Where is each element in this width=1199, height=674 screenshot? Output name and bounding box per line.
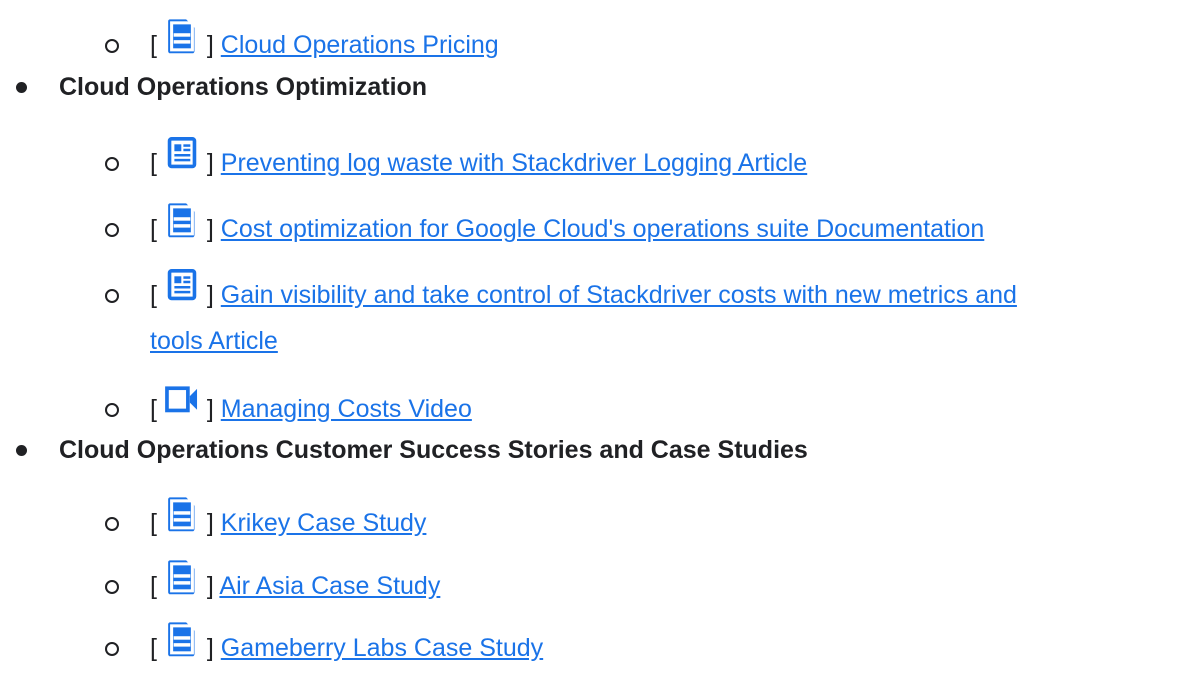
air-asia-case-study-link[interactable]: Air Asia Case Study: [219, 572, 440, 600]
hollow-bullet: [105, 642, 119, 656]
document-icon: [165, 202, 199, 238]
list-item-continuation: tools Article: [150, 322, 278, 360]
krikey-case-study-link[interactable]: Krikey Case Study: [221, 509, 427, 537]
list-item: [ ] Preventing log waste with Stackdrive…: [105, 137, 807, 182]
resource-list: [ ] Cloud Operations Pricing Cloud Opera…: [0, 0, 1199, 674]
filled-bullet: [16, 82, 27, 93]
hollow-bullet: [105, 157, 119, 171]
hollow-bullet: [105, 289, 119, 303]
bracket-close: ]: [206, 509, 214, 537]
preventing-log-waste-link[interactable]: Preventing log waste with Stackdriver Lo…: [221, 149, 807, 177]
document-icon: [165, 559, 199, 595]
video-icon: [165, 382, 199, 418]
section-title: Cloud Operations Optimization: [59, 73, 428, 101]
hollow-bullet: [105, 39, 119, 53]
bracket-open: [: [150, 149, 157, 177]
bracket-close: ]: [206, 634, 214, 662]
article-icon: [165, 268, 199, 304]
list-item: [ ] Managing Costs Video: [105, 386, 472, 428]
gain-visibility-link[interactable]: Gain visibility and take control of Stac…: [221, 281, 1017, 309]
hollow-bullet: [105, 223, 119, 237]
hollow-bullet: [105, 517, 119, 531]
bracket-open: [: [150, 572, 157, 600]
bracket-open: [: [150, 215, 157, 243]
document-icon: [165, 621, 199, 657]
filled-bullet: [16, 445, 27, 456]
document-icon: [165, 18, 199, 54]
section-heading: Cloud Operations Optimization: [16, 68, 428, 106]
gameberry-labs-case-study-link[interactable]: Gameberry Labs Case Study: [221, 634, 543, 662]
article-icon: [165, 136, 199, 172]
cost-optimization-link[interactable]: Cost optimization for Google Cloud's ope…: [221, 215, 985, 243]
section-heading: Cloud Operations Customer Success Storie…: [16, 431, 808, 469]
list-item: [ ] Cloud Operations Pricing: [105, 19, 499, 64]
bracket-open: [: [150, 31, 157, 59]
bracket-close: ]: [206, 395, 214, 423]
cloud-operations-pricing-link[interactable]: Cloud Operations Pricing: [221, 31, 499, 59]
list-item: [ ] Air Asia Case Study: [105, 560, 440, 605]
bracket-open: [: [150, 395, 157, 423]
list-item: [ ] Gain visibility and take control of …: [105, 269, 1017, 314]
gain-visibility-link-continued[interactable]: tools Article: [150, 327, 278, 355]
bracket-close: ]: [206, 572, 214, 600]
list-item: [ ] Cost optimization for Google Cloud's…: [105, 203, 985, 248]
list-item: [ ] Gameberry Labs Case Study: [105, 622, 543, 667]
managing-costs-video-link[interactable]: Managing Costs Video: [221, 395, 472, 423]
hollow-bullet: [105, 403, 119, 417]
section-title: Cloud Operations Customer Success Storie…: [59, 436, 808, 464]
bracket-close: ]: [206, 281, 214, 309]
hollow-bullet: [105, 580, 119, 594]
bracket-open: [: [150, 281, 157, 309]
bracket-open: [: [150, 509, 157, 537]
bracket-close: ]: [206, 149, 214, 177]
bracket-close: ]: [206, 215, 214, 243]
document-icon: [165, 496, 199, 532]
list-item: [ ] Krikey Case Study: [105, 497, 427, 542]
bracket-open: [: [150, 634, 157, 662]
bracket-close: ]: [206, 31, 214, 59]
